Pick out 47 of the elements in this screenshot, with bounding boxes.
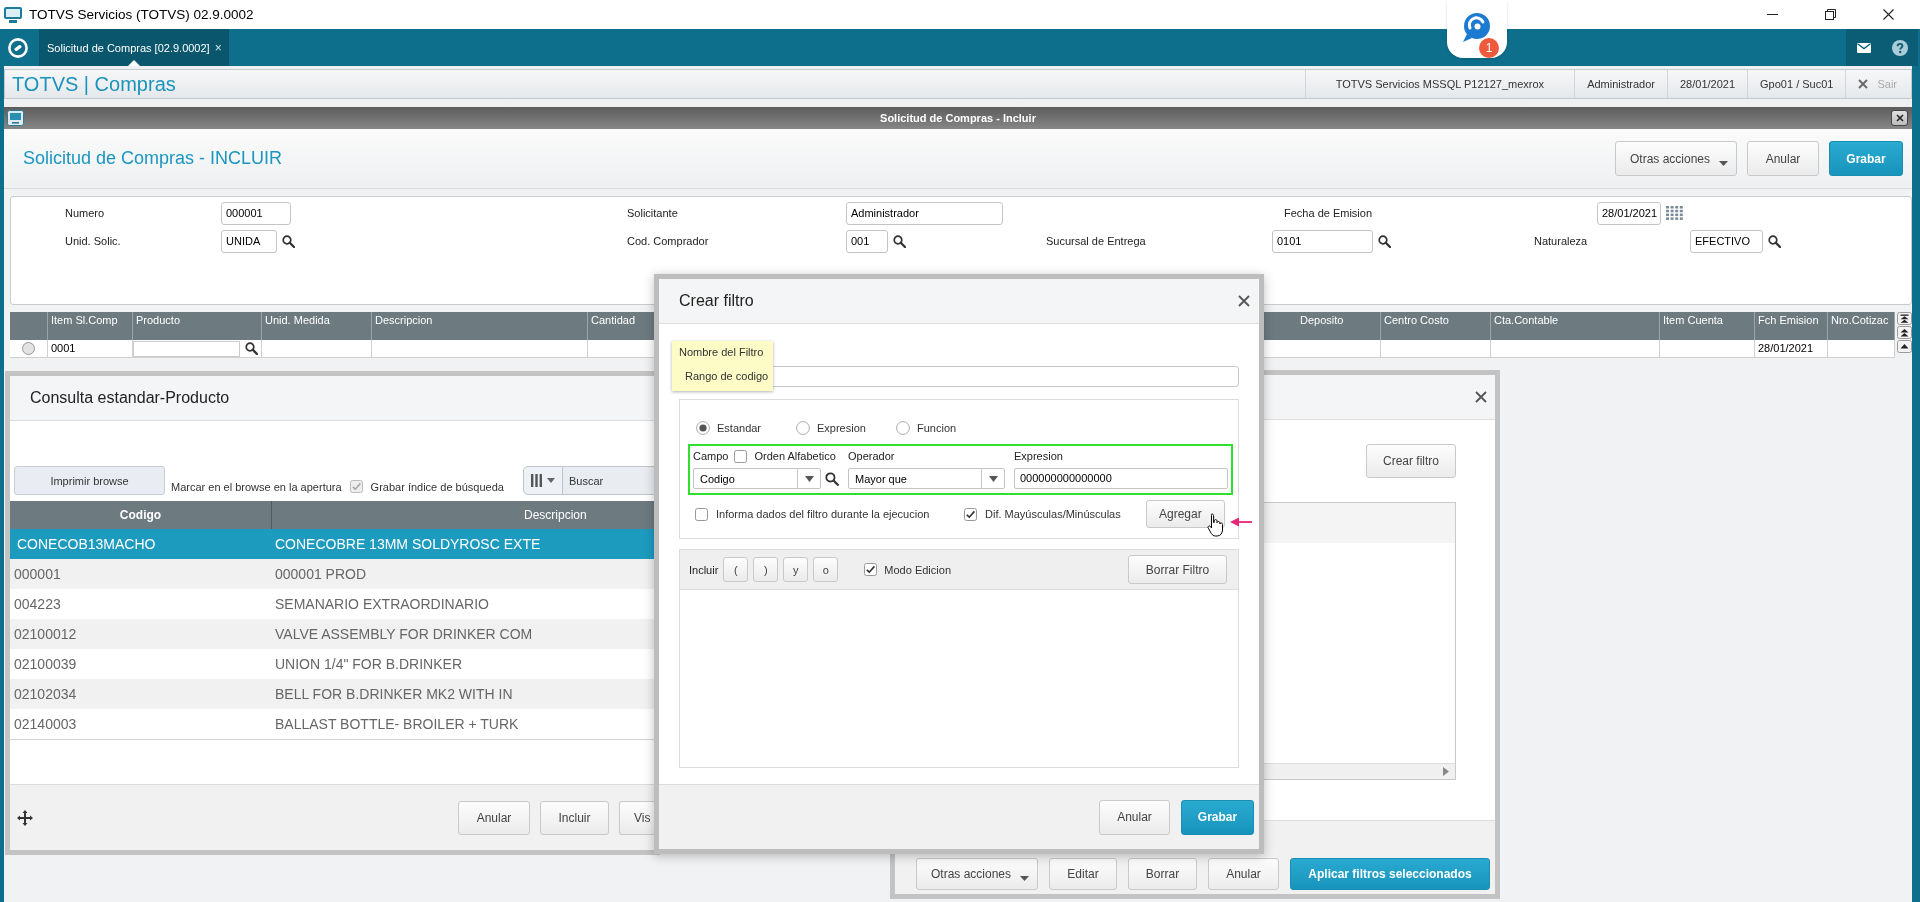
field-label: Cod. Comprador [627, 235, 710, 247]
field-label: Fecha de Emision [1284, 207, 1374, 219]
field-label: Nombre del Filtro [679, 345, 764, 360]
checkbox-label: Grabar índice de búsqueda [370, 481, 504, 495]
checkbox-label: Modo Edicion [884, 563, 951, 576]
field-label: Numero [65, 207, 106, 219]
field-label: Operador [848, 450, 895, 462]
field-label: Naturaleza [1534, 235, 1589, 247]
form-title: Solicitud de Compras - INCLUIR [23, 148, 283, 169]
radio-label: Estandar [717, 422, 762, 434]
radio-label: Expresion [817, 422, 866, 434]
table-cell-text: 004223 [13, 596, 62, 612]
dialog-title: Crear filtro [679, 292, 754, 310]
checkbox-label: Orden Alfabetico [754, 450, 836, 462]
checkbox-label: Informa dados del filtro durante la ejecucion [716, 508, 930, 520]
checkbox-label: Dif. Mayúsculas/Minúsculas [985, 508, 1121, 520]
table-cell-text: 000001 [13, 566, 62, 582]
table-cell-text: 000001 PROD [274, 566, 367, 582]
field-label: Sucursal de Entrega [1046, 235, 1147, 247]
table-cell-text: BALLAST BOTTLE- BROILER + TURK [274, 716, 519, 732]
window-title: TOTVS Servicios (TOTVS) 02.9.0002 [29, 7, 254, 22]
dialog-title: Consulta estandar-Producto [30, 389, 230, 407]
table-cell-text: 02100012 [13, 626, 78, 642]
field-label: Campo [693, 450, 729, 462]
table-cell-text: 02102034 [13, 686, 78, 702]
field-label: Solicitante [627, 207, 679, 219]
table-cell-text: SEMANARIO EXTRAORDINARIO [274, 596, 489, 612]
field-label: Expresion [1014, 450, 1063, 462]
radio-label: Funcion [917, 422, 957, 434]
table-cell-text: VALVE ASSEMBLY FOR DRINKER COM [274, 626, 533, 642]
notification-badge: 1 [1479, 38, 1499, 58]
table-cell-text: CONECOB13MACHO [16, 536, 157, 552]
session-info: Gpo01 / Suc01 [1747, 70, 1846, 98]
option-label: Marcar en el browse en la apertura [171, 481, 342, 495]
table-cell-text: CONECOBRE 13MM SOLDYROSC EXTE [274, 536, 541, 552]
table-cell-text: 02140003 [13, 716, 78, 732]
session-info: Administrador [1574, 70, 1667, 98]
toolbar-label: Incluir [689, 563, 719, 576]
app-title: TOTVS | Compras [12, 72, 176, 96]
window-title: Solicitud de Compras - Incluir [880, 112, 1036, 124]
table-cell-text: UNION 1/4" FOR B.DRINKER [274, 656, 462, 672]
session-info: 28/01/2021 [1667, 70, 1748, 98]
table-cell: 28/01/2021 [1755, 340, 1828, 357]
table-cell-text: BELL FOR B.DRINKER MK2 WITH IN [274, 686, 513, 702]
table-cell-text: 02100039 [13, 656, 78, 672]
session-info: TOTVS Servicios MSSQL P12127_mexrox [1304, 70, 1575, 98]
field-label: Unid. Solic. [65, 235, 122, 247]
